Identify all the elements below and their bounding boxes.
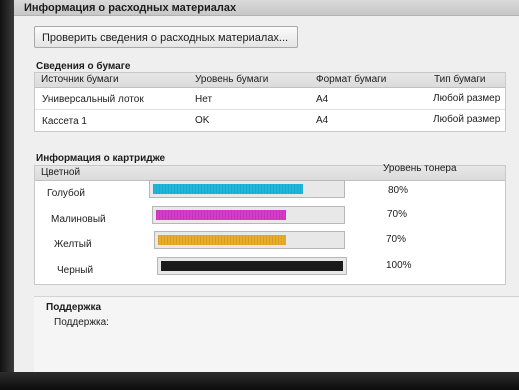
cartridge-name-magenta: Малиновый [51, 214, 106, 225]
paper-type: Любой размер [433, 93, 501, 104]
toner-fill-magenta [156, 210, 286, 220]
toner-bar-magenta [152, 206, 345, 224]
toner-percent-cyan: 80% [388, 185, 409, 196]
col-paper-type[interactable]: Тип бумаги [434, 74, 486, 85]
paper-level: OK [195, 115, 210, 126]
supplies-info-window: Информация о расходных материалах Провер… [14, 0, 519, 372]
paper-section-title: Сведения о бумаге [36, 61, 131, 72]
paper-format: A4 [316, 94, 329, 105]
toner-fill-black [161, 261, 343, 271]
col-paper-source[interactable]: Источник бумаги [41, 74, 119, 85]
window-title: Информация о расходных материалах [14, 0, 519, 16]
toner-bar-black [157, 257, 347, 275]
paper-table-header: Источник бумаги Уровень бумаги Формат бу… [35, 73, 505, 88]
col-paper-format[interactable]: Формат бумаги [316, 74, 386, 85]
cartridge-name-yellow: Желтый [54, 239, 92, 250]
toner-bar-cyan [149, 180, 345, 198]
row-divider [35, 109, 505, 110]
toner-percent-black: 100% [386, 260, 412, 271]
paper-source: Кассета 1 [42, 116, 87, 127]
toner-level-header: Уровень тонера [383, 163, 457, 174]
cartridge-group-label: Цветной [41, 167, 81, 178]
toner-percent-magenta: 70% [387, 209, 408, 220]
cartridge-name-cyan: Голубой [47, 188, 85, 199]
cartridge-header: Цветной Уровень тонера [35, 163, 505, 181]
check-supplies-button[interactable]: Проверить сведения о расходных материала… [34, 26, 298, 48]
toner-percent-yellow: 70% [386, 234, 407, 245]
cartridge-section-title: Информация о картридже [36, 153, 166, 164]
monitor-bezel-bottom [0, 372, 519, 390]
cartridge-name-black: Черный [57, 265, 94, 276]
support-label: Поддержка: [54, 317, 109, 328]
paper-source: Универсальный лоток [42, 94, 144, 105]
toner-fill-cyan [153, 184, 303, 194]
toner-bar-yellow [154, 231, 345, 249]
support-section: Поддержка Поддержка: [34, 296, 519, 372]
monitor-bezel-left [0, 0, 14, 390]
paper-format: A4 [316, 115, 329, 126]
paper-table: Источник бумаги Уровень бумаги Формат бу… [34, 72, 506, 132]
cartridge-panel: Цветной Уровень тонера Голубой 80% Малин… [34, 163, 506, 285]
toner-fill-yellow [158, 235, 286, 245]
support-section-title: Поддержка [46, 302, 102, 313]
col-paper-level[interactable]: Уровень бумаги [195, 74, 268, 85]
paper-type: Любой размер [433, 114, 501, 125]
paper-level: Нет [195, 94, 213, 105]
